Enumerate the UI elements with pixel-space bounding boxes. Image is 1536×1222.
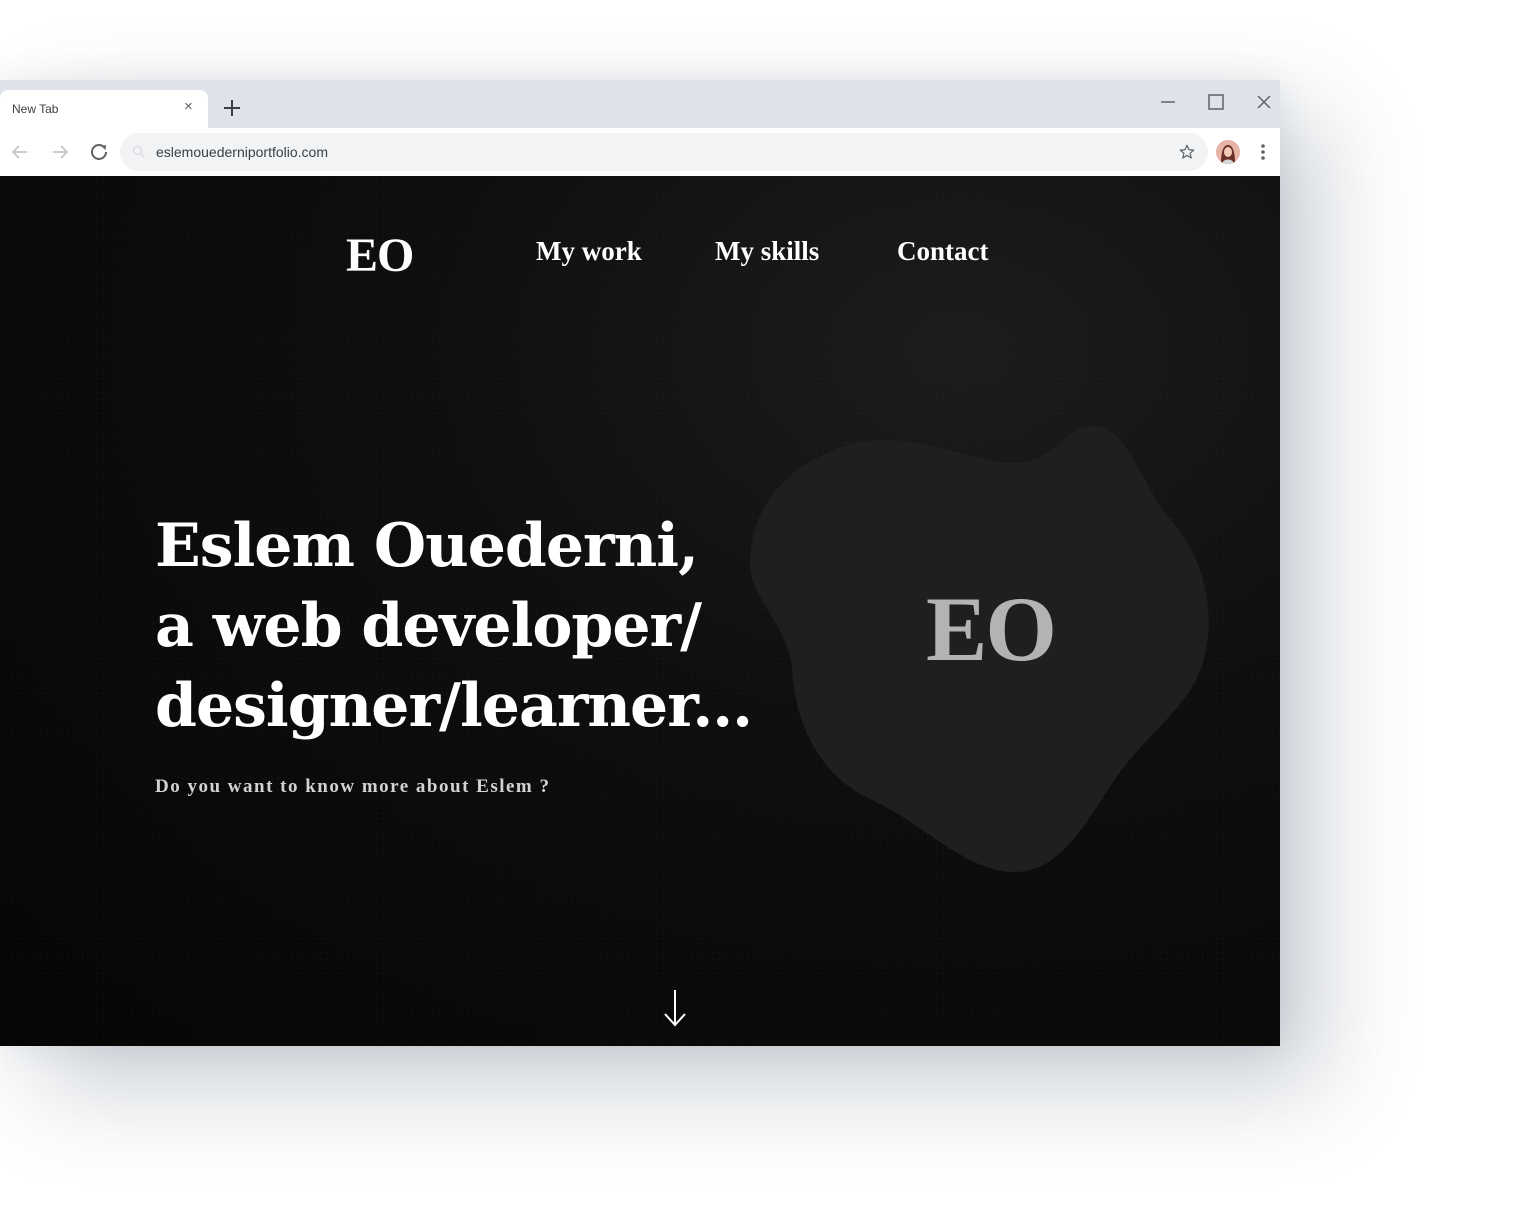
tab-strip: New Tab × xyxy=(0,80,1280,128)
menu-icon[interactable] xyxy=(1256,140,1270,164)
tab-close-icon[interactable]: × xyxy=(184,99,193,115)
browser-window: New Tab × eslemouederniportfolio.com EO … xyxy=(0,80,1280,1046)
hero-line-2: a web developer/ xyxy=(155,591,702,661)
site-logo[interactable]: EO xyxy=(346,228,414,283)
minimize-icon[interactable] xyxy=(1152,86,1184,118)
website-viewport: EO My work My skills Contact EO Eslem Ou… xyxy=(0,176,1280,1046)
hero-line-3: designer/learner... xyxy=(155,671,753,741)
forward-icon[interactable] xyxy=(48,140,72,164)
back-icon[interactable] xyxy=(8,140,32,164)
browser-toolbar: eslemouederniportfolio.com xyxy=(0,128,1280,176)
maximize-icon[interactable] xyxy=(1200,86,1232,118)
tab-new-tab[interactable]: New Tab × xyxy=(0,90,208,128)
nav-my-work[interactable]: My work xyxy=(536,236,642,267)
hero-subtitle: Do you want to know more about Eslem ? xyxy=(155,776,551,797)
hero-line-1: Eslem Ouederni, xyxy=(155,511,699,581)
new-tab-icon[interactable] xyxy=(220,96,244,120)
blob-monogram: EO xyxy=(926,578,1057,680)
profile-avatar[interactable] xyxy=(1216,140,1240,164)
search-icon xyxy=(132,145,145,158)
star-icon[interactable] xyxy=(1178,143,1196,161)
url-text[interactable]: eslemouederniportfolio.com xyxy=(156,144,328,160)
reload-icon[interactable] xyxy=(87,140,111,164)
close-icon[interactable] xyxy=(1248,86,1280,118)
nav-my-skills[interactable]: My skills xyxy=(715,236,819,267)
avatar-icon xyxy=(1216,140,1240,164)
tab-title: New Tab xyxy=(12,102,59,116)
address-bar[interactable]: eslemouederniportfolio.com xyxy=(120,133,1208,171)
arrow-down-icon[interactable] xyxy=(661,988,689,1028)
nav-contact[interactable]: Contact xyxy=(897,236,988,267)
